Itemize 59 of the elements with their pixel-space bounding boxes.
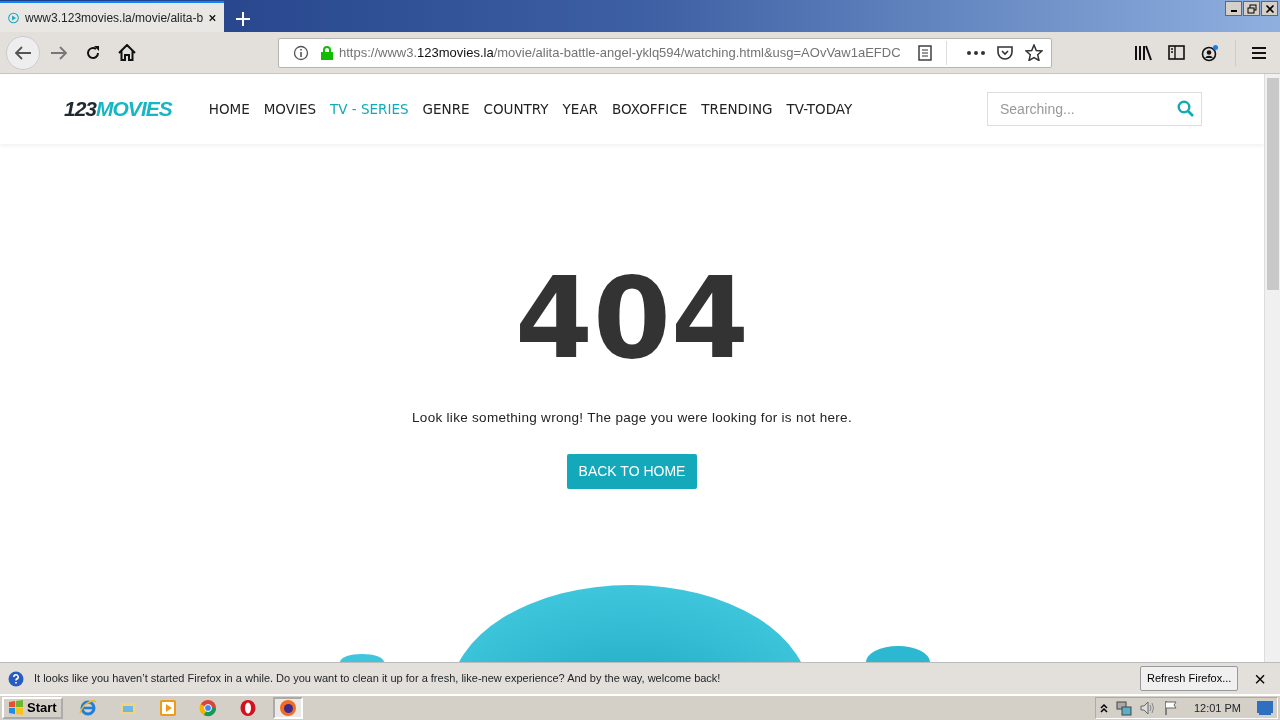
menu-icon[interactable] xyxy=(1252,45,1266,60)
account-icon[interactable] xyxy=(1201,43,1219,62)
padlock-icon xyxy=(321,45,333,60)
tab-title: www3.123movies.la/movie/alita-b xyxy=(25,9,204,27)
nav-link[interactable]: GENRE xyxy=(415,98,477,120)
sidebar-icon[interactable] xyxy=(1168,45,1185,60)
close-icon[interactable] xyxy=(209,12,216,23)
error-code: 404 xyxy=(515,262,749,374)
opera-icon xyxy=(238,699,257,717)
show-desktop-icon[interactable] xyxy=(1257,701,1273,715)
search-field[interactable]: Searching... xyxy=(987,92,1202,126)
windows-logo-icon xyxy=(8,700,24,716)
plus-icon xyxy=(236,11,250,26)
flag-icon[interactable] xyxy=(1163,700,1178,716)
browser-tab[interactable]: www3.123movies.la/movie/alita-b xyxy=(0,1,224,32)
scrollbar[interactable] xyxy=(1264,74,1280,662)
nav-link[interactable]: YEAR xyxy=(555,98,605,120)
browser-e-icon xyxy=(78,699,97,717)
window-button[interactable] xyxy=(1225,1,1242,16)
minimize-icon xyxy=(1230,10,1237,12)
url-text: https://www3.123movies.la/movie/alita-battle-angel-yklq594/watching.html&usg=AOvVaw1aEFDC xyxy=(339,43,902,62)
nav-link[interactable]: BOXOFFICE xyxy=(605,98,695,120)
speaker-icon[interactable] xyxy=(1139,700,1156,716)
refresh-firefox-button[interactable]: Refresh Firefox... xyxy=(1139,666,1239,691)
nav-link[interactable]: TV-TODAY xyxy=(779,98,860,120)
forward-icon xyxy=(50,44,68,61)
taskbar-app-button[interactable] xyxy=(272,697,303,719)
info-icon xyxy=(293,44,309,61)
close-icon xyxy=(1264,3,1275,14)
clock: 12:01 PM xyxy=(1193,700,1241,716)
site-logo[interactable]: 123MOVIES xyxy=(64,93,172,125)
pocket-icon[interactable] xyxy=(997,45,1013,60)
notification-text: It looks like you haven’t started Firefox in a while. Do you want to clean it up for a fresh, like-new experience? And by the way, welcome back! xyxy=(34,671,722,687)
more-icon[interactable] xyxy=(967,50,985,55)
nav-link[interactable]: COUNTRY xyxy=(476,98,556,120)
back-button[interactable] xyxy=(6,35,40,70)
error-message: Look like something wrong! The page you were looking for is not here. xyxy=(412,409,852,427)
restore-icon xyxy=(1246,3,1257,14)
chrome-icon xyxy=(198,699,217,717)
nav-link[interactable]: TRENDING xyxy=(694,98,780,120)
network-icon[interactable] xyxy=(1115,700,1132,716)
help-icon xyxy=(8,670,24,687)
library-icon[interactable] xyxy=(1134,44,1152,61)
star-icon[interactable] xyxy=(1025,44,1043,61)
reader-view-icon[interactable] xyxy=(918,44,932,61)
close-button[interactable]: × xyxy=(1248,668,1272,689)
start-button[interactable]: Start xyxy=(2,697,63,719)
firefox-icon xyxy=(278,699,297,717)
media-player-icon xyxy=(158,699,177,717)
reload-icon xyxy=(85,44,101,61)
nav-link[interactable]: HOME xyxy=(201,98,257,120)
search-icon[interactable] xyxy=(1177,100,1194,117)
window-button[interactable] xyxy=(1243,1,1260,16)
address-bar[interactable]: https://www3.123movies.la/movie/alita-battle-angel-yklq594/watching.html&usg=AOvVaw1aEFDC xyxy=(278,37,1052,68)
window-button[interactable] xyxy=(1261,1,1278,16)
home-icon xyxy=(118,44,136,61)
back-icon xyxy=(14,44,32,61)
chevron-up-icon[interactable] xyxy=(1099,703,1108,713)
nav-link[interactable]: MOVIES xyxy=(256,98,324,120)
